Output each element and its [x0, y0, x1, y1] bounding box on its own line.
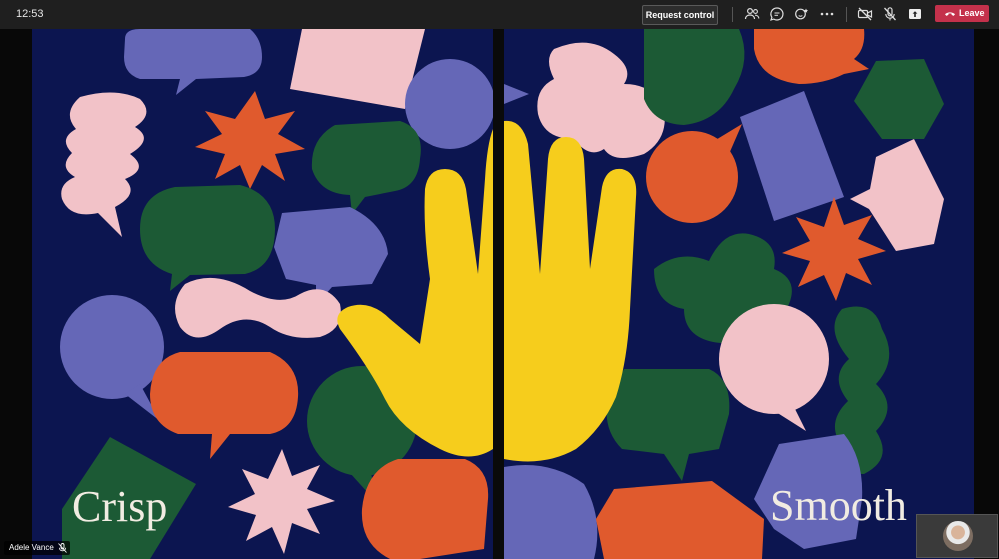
phone-hangup-icon: [944, 8, 956, 19]
shared-content-right-panel: Smooth: [504, 29, 999, 559]
camera-off-icon[interactable]: [857, 6, 873, 22]
crisp-illustration: [0, 29, 493, 559]
avatar: [943, 521, 973, 551]
mic-off-icon[interactable]: [882, 6, 898, 22]
reactions-icon[interactable]: [794, 6, 810, 22]
crisp-caption: Crisp: [72, 482, 168, 531]
presenter-name-tag: Adele Vance: [4, 541, 70, 555]
toolbar-divider: [846, 7, 847, 22]
meeting-toolbar: 12:53 Request control Leave: [0, 0, 999, 29]
shared-content-left-panel: Crisp: [0, 29, 493, 559]
more-options-icon[interactable]: [819, 6, 835, 22]
request-control-button[interactable]: Request control: [642, 5, 718, 25]
smooth-illustration: [504, 29, 999, 559]
meeting-timer: 12:53: [16, 8, 44, 20]
smooth-caption: Smooth: [770, 481, 907, 530]
presenter-name: Adele Vance: [9, 543, 54, 552]
leave-label: Leave: [959, 8, 985, 18]
share-tray-icon[interactable]: [907, 6, 923, 22]
self-video-thumbnail[interactable]: [916, 514, 998, 558]
mic-off-icon: [57, 543, 67, 553]
chat-icon[interactable]: [769, 6, 785, 22]
toolbar-divider: [732, 7, 733, 22]
leave-button[interactable]: Leave: [935, 5, 989, 22]
shared-screen: Crisp Smooth: [0, 29, 999, 559]
participants-icon[interactable]: [744, 6, 760, 22]
